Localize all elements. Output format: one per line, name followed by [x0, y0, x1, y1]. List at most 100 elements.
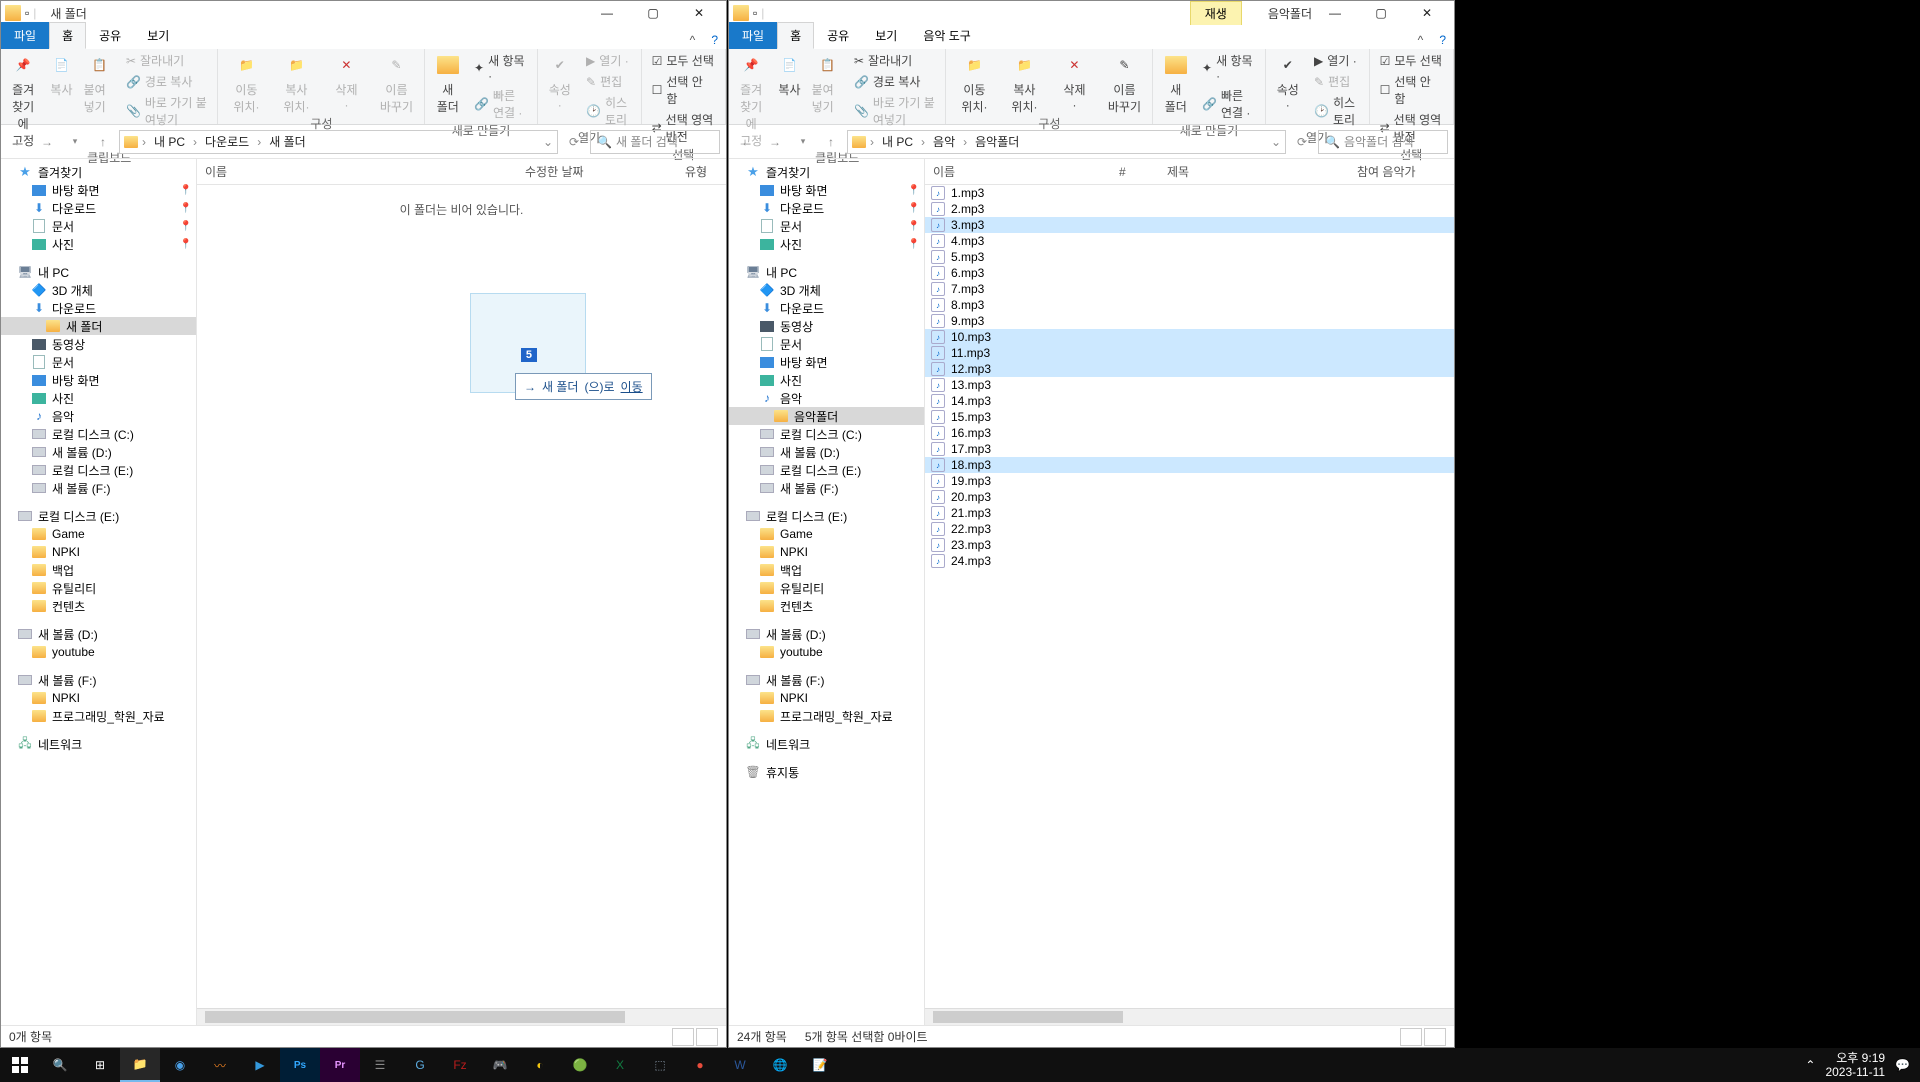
address-dropdown-icon[interactable]: ⌄ [1271, 135, 1281, 149]
taskbar-explorer[interactable]: 📁 [120, 1048, 160, 1082]
qat-dropdown-icon[interactable]: ▫ [753, 6, 757, 20]
tree-item-localE[interactable]: 로컬 디스크 (E:) [1, 461, 196, 479]
qat-dropdown-icon[interactable]: ▫ [25, 6, 29, 20]
properties-button[interactable]: ✔속성 · [1272, 51, 1305, 112]
file-row[interactable]: ♪17.mp3 [925, 441, 1454, 457]
horizontal-scrollbar[interactable] [197, 1008, 726, 1025]
tree-item-musicfolder[interactable]: 음악폴더 [729, 407, 924, 425]
breadcrumb[interactable]: 음악 [929, 133, 959, 150]
taskbar-app[interactable]: ◉ [160, 1048, 200, 1082]
navigation-pane[interactable]: ★즐겨찾기바탕 화면📍⬇다운로드📍문서📍사진📍🖥내 PC🔷3D 개체⬇다운로드동… [729, 159, 925, 1025]
copy-path-button[interactable]: 🔗 경로 복사 [122, 72, 212, 91]
delete-button[interactable]: ✕삭제 · [1052, 51, 1096, 112]
tree-item-volF[interactable]: 새 볼륨 (F:) [729, 671, 924, 689]
file-row[interactable]: ♪13.mp3 [925, 377, 1454, 393]
file-row[interactable]: ♪1.mp3 [925, 185, 1454, 201]
file-row[interactable]: ♪9.mp3 [925, 313, 1454, 329]
column-title[interactable]: 제목 [1159, 163, 1349, 180]
tree-item-youtube[interactable]: youtube [1, 643, 196, 661]
properties-button[interactable]: ✔속성 · [544, 51, 577, 112]
taskbar-premiere[interactable]: Pr [320, 1048, 360, 1082]
tree-item-videos[interactable]: 동영상 [1, 335, 196, 353]
tab-view[interactable]: 보기 [862, 22, 910, 49]
tree-item-volD[interactable]: 새 볼륨 (D:) [729, 625, 924, 643]
edit-button[interactable]: ✎ 편집 [1310, 72, 1363, 91]
tray-chevron-icon[interactable]: ⌃ [1805, 1058, 1815, 1072]
file-row[interactable]: ♪22.mp3 [925, 521, 1454, 537]
open-button[interactable]: ▶ 열기 · [1310, 51, 1363, 70]
cut-button[interactable]: ✂ 잘라내기 [122, 51, 212, 70]
address-bar[interactable]: › 내 PC› 음악› 음악폴더 ⌄ [847, 130, 1286, 154]
search-input[interactable]: 🔍 새 폴더 검색 [590, 130, 720, 154]
breadcrumb[interactable]: 내 PC [878, 133, 917, 150]
file-row[interactable]: ♪4.mp3 [925, 233, 1454, 249]
copy-to-button[interactable]: 📁복사 위치· [1002, 51, 1046, 115]
tree-item-music[interactable]: ♪음악 [729, 389, 924, 407]
copy-button[interactable]: 📄복사 [773, 51, 805, 98]
breadcrumb[interactable]: 다운로드 [201, 133, 253, 150]
tree-item-recycle[interactable]: 🗑휴지통 [729, 763, 924, 781]
up-button[interactable]: ↑ [91, 130, 115, 154]
file-row[interactable]: ♪23.mp3 [925, 537, 1454, 553]
move-to-button[interactable]: 📁이동 위치· [224, 51, 268, 115]
navigation-pane[interactable]: ★즐겨찾기바탕 화면📍⬇다운로드📍문서📍사진📍🖥내 PC🔷3D 개체⬇다운로드새… [1, 159, 197, 1025]
file-row[interactable]: ♪18.mp3 [925, 457, 1454, 473]
tree-item-volD[interactable]: 새 볼륨 (D:) [729, 443, 924, 461]
taskbar-app[interactable]: 🟢 [560, 1048, 600, 1082]
history-button[interactable]: 🕑 히스토리 [582, 93, 635, 129]
tree-item-objects3d[interactable]: 🔷3D 개체 [729, 281, 924, 299]
file-list[interactable]: ♪1.mp3♪2.mp3♪3.mp3♪4.mp3♪5.mp3♪6.mp3♪7.m… [925, 185, 1454, 1008]
breadcrumb[interactable]: 새 폴더 [265, 133, 309, 150]
close-button[interactable]: ✕ [1404, 2, 1450, 24]
tree-item-backup[interactable]: 백업 [729, 561, 924, 579]
breadcrumb[interactable]: 내 PC [150, 133, 189, 150]
taskbar-filezilla[interactable]: Fz [440, 1048, 480, 1082]
file-row[interactable]: ♪6.mp3 [925, 265, 1454, 281]
forward-button[interactable]: → [35, 130, 59, 154]
thumbnails-view-button[interactable] [1424, 1028, 1446, 1046]
search-input[interactable]: 🔍 음악폴더 검색 [1318, 130, 1448, 154]
file-row[interactable]: ♪8.mp3 [925, 297, 1454, 313]
tree-item-music[interactable]: ♪음악 [1, 407, 196, 425]
address-bar[interactable]: › 내 PC› 다운로드› 새 폴더 ⌄ [119, 130, 558, 154]
file-row[interactable]: ♪5.mp3 [925, 249, 1454, 265]
refresh-button[interactable]: ⟳ [562, 130, 586, 154]
taskbar-app[interactable]: ◐ [520, 1048, 560, 1082]
tab-share[interactable]: 공유 [814, 22, 862, 49]
taskbar-notepad[interactable]: 📝 [800, 1048, 840, 1082]
file-row[interactable]: ♪12.mp3 [925, 361, 1454, 377]
tree-item-documents[interactable]: 문서📍 [1, 217, 196, 235]
tree-item-npki[interactable]: NPKI [729, 543, 924, 561]
easy-access-button[interactable]: 🔗 빠른 연결 · [1198, 86, 1259, 122]
tree-item-youtube[interactable]: youtube [729, 643, 924, 661]
tree-item-thispc[interactable]: 🖥내 PC [729, 263, 924, 281]
tree-item-programming[interactable]: 프로그래밍_학원_자료 [1, 707, 196, 725]
history-button[interactable]: 🕑 히스토리 [1310, 93, 1363, 129]
paste-shortcut-button[interactable]: 📎 바로 가기 붙여넣기 [122, 93, 212, 129]
paste-button[interactable]: 📋붙여넣기 [84, 51, 116, 115]
new-folder-button[interactable]: 새 폴더 [431, 51, 464, 115]
tree-item-volF[interactable]: 새 볼륨 (F:) [1, 479, 196, 497]
paste-shortcut-button[interactable]: 📎 바로 가기 붙여넣기 [850, 93, 940, 129]
move-to-button[interactable]: 📁이동 위치· [952, 51, 996, 115]
tree-item-npki[interactable]: NPKI [729, 689, 924, 707]
ribbon-collapse-icon[interactable]: ^ [1410, 31, 1432, 49]
tree-item-downloads[interactable]: ⬇다운로드📍 [729, 199, 924, 217]
start-button[interactable] [0, 1048, 40, 1082]
help-icon[interactable]: ? [1431, 31, 1454, 49]
tab-file[interactable]: 파일 [729, 22, 777, 49]
taskbar[interactable]: 🔍 ⊞ 📁 ◉ 〰 ▶ Ps Pr ☰ G Fz 🎮 ◐ 🟢 X ⬚ ● W 🌐… [0, 1048, 1920, 1082]
tree-item-game[interactable]: Game [729, 525, 924, 543]
file-row[interactable]: ♪19.mp3 [925, 473, 1454, 489]
tree-item-documents[interactable]: 문서 [729, 335, 924, 353]
column-number[interactable]: # [1111, 165, 1159, 179]
tab-music-tools[interactable]: 음악 도구 [910, 22, 984, 49]
tree-item-network[interactable]: 🖧네트워크 [729, 735, 924, 753]
taskbar-app[interactable]: 〰 [200, 1048, 240, 1082]
copy-to-button[interactable]: 📁복사 위치· [274, 51, 318, 115]
context-tab-play[interactable]: 재생 [1190, 1, 1242, 26]
file-row[interactable]: ♪20.mp3 [925, 489, 1454, 505]
select-all-button[interactable]: ☑ 모두 선택 [648, 51, 719, 70]
delete-button[interactable]: ✕삭제 · [324, 51, 368, 112]
select-none-button[interactable]: ☐ 선택 안 함 [648, 72, 719, 108]
